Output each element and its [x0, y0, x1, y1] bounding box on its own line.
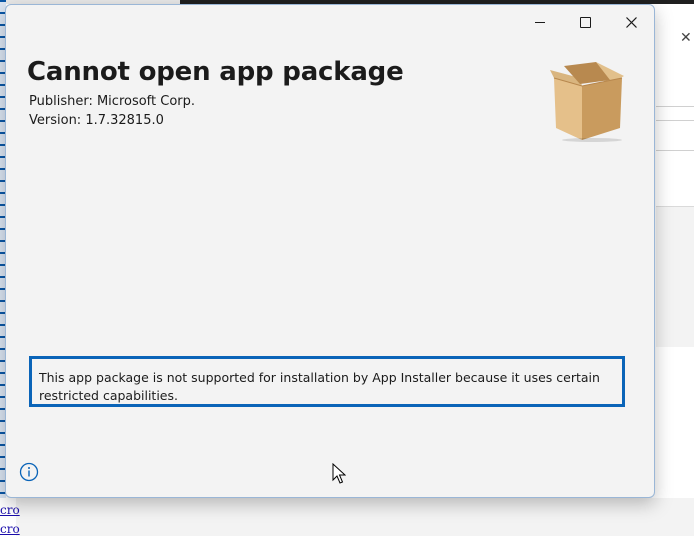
maximize-icon [579, 16, 591, 28]
background-link[interactable]: cro [0, 522, 20, 536]
minimize-icon [535, 21, 545, 23]
background-divider [656, 106, 694, 107]
background-link[interactable]: cro [0, 503, 20, 517]
maximize-button[interactable] [563, 7, 607, 37]
background-window-bottom [0, 498, 694, 536]
error-message: This app package is not supported for in… [29, 356, 625, 407]
background-divider [656, 120, 694, 121]
close-icon [625, 16, 637, 28]
close-button[interactable] [609, 7, 653, 37]
publisher-label: Publisher: Microsoft Corp. [29, 94, 196, 109]
version-label: Version: 1.7.32815.0 [29, 113, 164, 128]
package-box-icon [550, 62, 624, 142]
app-installer-dialog: Cannot open app package Publisher: Micro… [5, 4, 655, 498]
minimize-button[interactable] [518, 7, 562, 37]
background-pane [656, 206, 694, 347]
info-icon[interactable] [19, 462, 39, 482]
background-close-icon[interactable]: ✕ [680, 30, 692, 46]
dialog-title: Cannot open app package [27, 57, 404, 87]
mouse-cursor-icon [332, 463, 346, 484]
background-divider [656, 150, 694, 151]
